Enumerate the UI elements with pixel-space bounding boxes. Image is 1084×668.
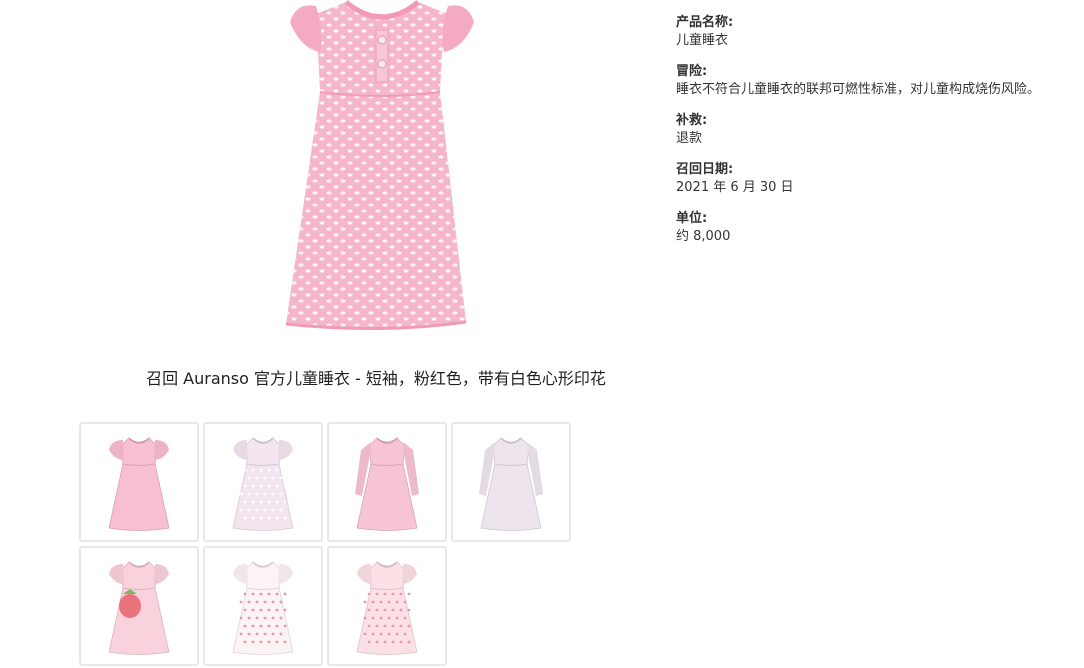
thumb-dress-2: [355, 437, 419, 531]
thumbnail-3[interactable]: [451, 422, 571, 542]
field-value: 儿童睡衣: [676, 33, 729, 48]
thumb-dress-6: [356, 561, 418, 655]
field-value: 约 8,000: [676, 229, 731, 244]
thumb-dress-5: [232, 561, 294, 655]
field-label: 召回日期:: [676, 162, 734, 177]
product-main-image: [276, 0, 488, 338]
recall-details: 产品名称: 儿童睡衣 冒险: 睡衣不符合儿童睡衣的联邦可燃性标准，对儿童构成烧伤…: [676, 14, 1076, 259]
field-remedy: 补救: 退款: [676, 112, 1076, 147]
thumbnail-2[interactable]: [327, 422, 447, 542]
thumbnail-1[interactable]: [203, 422, 323, 542]
thumbnail-5[interactable]: [203, 546, 323, 666]
thumbnail-0[interactable]: [79, 422, 199, 542]
dress-illustration: [285, 0, 474, 331]
field-label: 补救:: [676, 113, 708, 128]
field-units: 单位: 约 8,000: [676, 210, 1076, 245]
thumb-dress-1: [232, 437, 294, 531]
product-caption: 召回 Auranso 官方儿童睡衣 - 短袖，粉红色，带有白色心形印花: [146, 369, 606, 388]
field-value: 退款: [676, 131, 703, 146]
thumb-dress-0: [108, 437, 170, 531]
thumbnail-6[interactable]: [327, 546, 447, 666]
field-label: 产品名称:: [676, 15, 734, 30]
field-hazard: 冒险: 睡衣不符合儿童睡衣的联邦可燃性标准，对儿童构成烧伤风险。: [676, 63, 1076, 98]
field-value: 睡衣不符合儿童睡衣的联邦可燃性标准，对儿童构成烧伤风险。: [676, 82, 1041, 97]
field-label: 冒险:: [676, 64, 708, 79]
field-value: 2021 年 6 月 30 日: [676, 180, 794, 195]
thumbnail-gallery: [79, 422, 579, 666]
thumb-dress-4: [108, 561, 170, 655]
field-product-name: 产品名称: 儿童睡衣: [676, 14, 1076, 49]
field-recall-date: 召回日期: 2021 年 6 月 30 日: [676, 161, 1076, 196]
thumbnail-4[interactable]: [79, 546, 199, 666]
thumb-dress-3: [479, 437, 543, 531]
field-label: 单位:: [676, 211, 708, 226]
